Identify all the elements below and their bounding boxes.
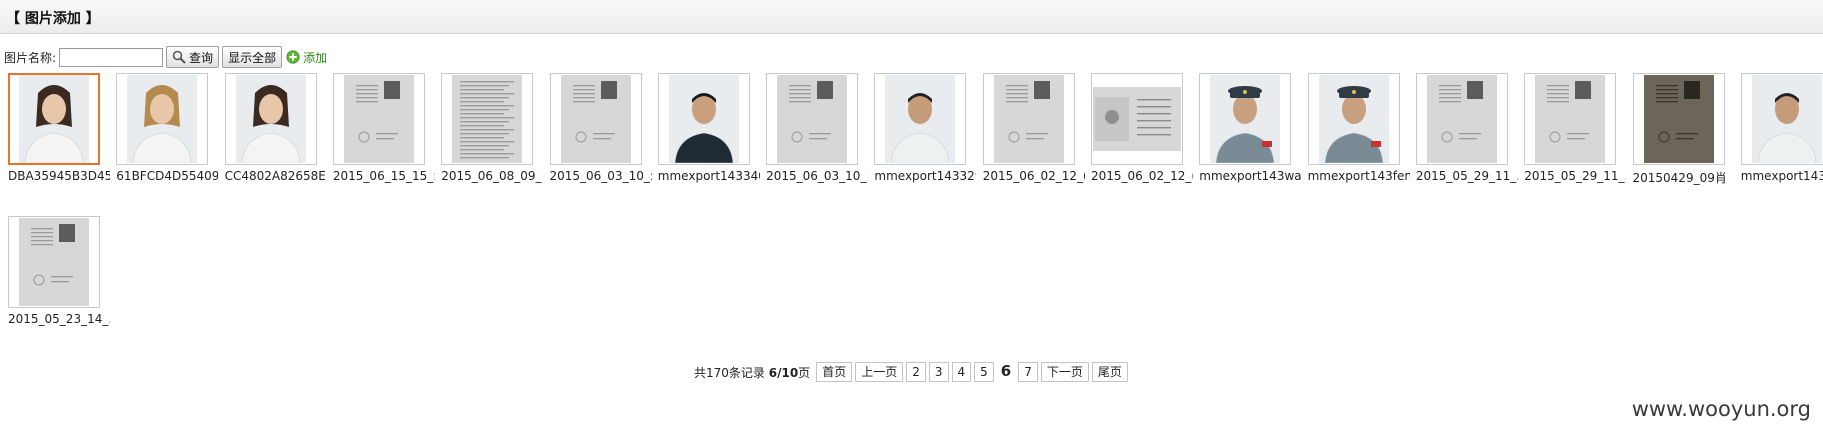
gallery-item: 61BFCD4D55409I — [112, 73, 218, 195]
gallery-item: 2015_06_02_12_( — [1087, 73, 1193, 195]
thumbnail-caption: 2015_06_08_09_: — [441, 169, 544, 183]
thumbnail-caption: mmexport1433299 — [874, 169, 976, 183]
thumbnail[interactable] — [8, 216, 100, 308]
thumbnail[interactable] — [8, 73, 100, 165]
gallery-item: mmexport1433400 — [654, 73, 760, 195]
thumbnail-caption: DBA35945B3D45: — [8, 169, 110, 183]
search-icon — [172, 50, 186, 64]
thumbnail-image — [1210, 75, 1281, 163]
thumbnail-image — [452, 75, 523, 163]
thumbnail-image — [560, 75, 631, 163]
gallery-item: DBA35945B3D45: — [4, 73, 110, 195]
thumbnail-caption: 2015_05_29_11_. — [1415, 169, 1518, 183]
gallery-item: mmexport14326 — [1737, 73, 1823, 195]
thumbnail[interactable] — [1740, 73, 1823, 165]
page-link-5[interactable]: 5 — [974, 362, 994, 382]
thumbnail-caption: 2015_06_03_10_: — [549, 169, 652, 183]
thumbnail-caption: mmexport14326 — [1740, 169, 1823, 183]
thumbnail-caption: 2015_06_02_12_( — [1091, 169, 1193, 183]
show-all-button[interactable]: 显示全部 — [222, 46, 283, 68]
thumbnail[interactable] — [1632, 73, 1725, 165]
thumbnail[interactable] — [224, 73, 317, 165]
show-all-button-label: 显示全部 — [228, 50, 277, 65]
thumbnail[interactable] — [1091, 73, 1183, 165]
thumbnail-image — [1643, 75, 1714, 163]
thumbnail-image — [777, 75, 848, 163]
gallery-item: 2015_06_08_09_: — [437, 73, 543, 195]
thumbnail-image — [1318, 75, 1389, 163]
last-page-link[interactable]: 尾页 — [1091, 362, 1128, 382]
gallery-item: mmexport143fen.jp — [1304, 73, 1410, 195]
thumbnail-image — [127, 75, 198, 163]
add-link[interactable]: 添加 — [286, 49, 327, 66]
thumbnail[interactable] — [982, 73, 1075, 165]
thumbnail-caption: 2015_05_29_11_. — [1524, 169, 1627, 183]
thumbnail-caption: mmexport1433400 — [657, 169, 760, 183]
page-title: 【 图片添加 】 — [6, 11, 100, 27]
image-name-input[interactable] — [59, 47, 164, 67]
thumbnail-caption: 61BFCD4D55409I — [116, 169, 219, 183]
gallery-item: 2015_05_29_11_. — [1412, 73, 1518, 195]
thumbnail[interactable] — [1415, 73, 1508, 165]
thumbnail[interactable] — [1199, 73, 1292, 165]
thumbnail-caption: mmexport143wang — [1199, 169, 1302, 183]
thumbnail-caption: 2015_06_15_15_: — [332, 169, 435, 183]
thumbnail-image — [19, 75, 89, 163]
thumbnail[interactable] — [1307, 73, 1400, 165]
next-page-link[interactable]: 下一页 — [1040, 362, 1089, 382]
gallery-item: 2015_05_23_14_. — [4, 216, 110, 338]
current-page: 6 — [996, 362, 1016, 382]
gallery-item: mmexport1433299 — [870, 73, 976, 195]
gallery-item: 2015_06_15_15_: — [329, 73, 435, 195]
gallery-item: 2015_06_02_12_( — [979, 73, 1085, 195]
gallery-item: 20150429_09肖 — [1629, 73, 1727, 195]
record-summary: 共170条记录 6/10页 — [694, 365, 811, 380]
thumbnail[interactable] — [874, 73, 967, 165]
thumbnail-caption: mmexport143fen.jp — [1307, 169, 1410, 183]
thumbnail-image — [1751, 75, 1822, 163]
thumbnail[interactable] — [441, 73, 534, 165]
gallery-item: 2015_06_03_10_: — [546, 73, 652, 195]
thumbnail-caption: 2015_06_03_10_: — [766, 169, 869, 183]
thumbnail[interactable] — [1524, 73, 1617, 165]
gallery-item: 2015_05_29_11_. — [1520, 73, 1626, 195]
page-link-3[interactable]: 3 — [928, 362, 949, 382]
thumbnail[interactable] — [766, 73, 859, 165]
search-bar: 图片名称: 查询 显示全部 添加 — [4, 46, 327, 68]
thumbnail-caption: CC4802A82658E( — [224, 169, 327, 183]
thumbnail-image — [993, 75, 1064, 163]
search-label: 图片名称: — [4, 50, 57, 65]
thumbnail-caption: 20150429_09肖 — [1632, 171, 1727, 185]
thumbnail-image — [1535, 75, 1606, 163]
thumbnail[interactable] — [549, 73, 642, 165]
query-button[interactable]: 查询 — [166, 46, 220, 68]
add-icon — [286, 50, 300, 64]
watermark: www.wooyun.org — [1631, 397, 1811, 421]
thumbnail-image — [885, 75, 956, 163]
query-button-label: 查询 — [189, 50, 214, 65]
thumbnail-image — [668, 75, 739, 163]
thumbnail-caption: 2015_05_23_14_. — [8, 312, 110, 326]
thumbnail-image — [235, 75, 306, 163]
prev-page-link[interactable]: 上一页 — [855, 362, 904, 382]
gallery-item: 2015_06_03_10_: — [762, 73, 868, 195]
gallery-item: CC4802A82658E( — [221, 73, 327, 195]
thumbnail-image — [343, 75, 414, 163]
gallery-item: mmexport143wang — [1195, 73, 1301, 195]
page-link-4[interactable]: 4 — [951, 362, 972, 382]
thumbnail[interactable] — [657, 73, 750, 165]
page-link-2[interactable]: 2 — [906, 362, 926, 382]
thumbnail-image — [19, 218, 89, 306]
thumbnail-image — [1093, 87, 1181, 151]
thumbnail-image — [1426, 75, 1497, 163]
title-bar: 【 图片添加 】 — [0, 0, 1823, 34]
first-page-link[interactable]: 首页 — [816, 362, 853, 382]
add-link-label: 添加 — [303, 50, 328, 65]
thumbnail[interactable] — [116, 73, 209, 165]
thumbnail-caption: 2015_06_02_12_( — [982, 169, 1085, 183]
thumbnail[interactable] — [332, 73, 425, 165]
page-link-7[interactable]: 7 — [1018, 362, 1038, 382]
pagination: 共170条记录 6/10页 首页 上一页 2 3 4 5 6 7 下一页 尾页 — [694, 361, 1128, 383]
